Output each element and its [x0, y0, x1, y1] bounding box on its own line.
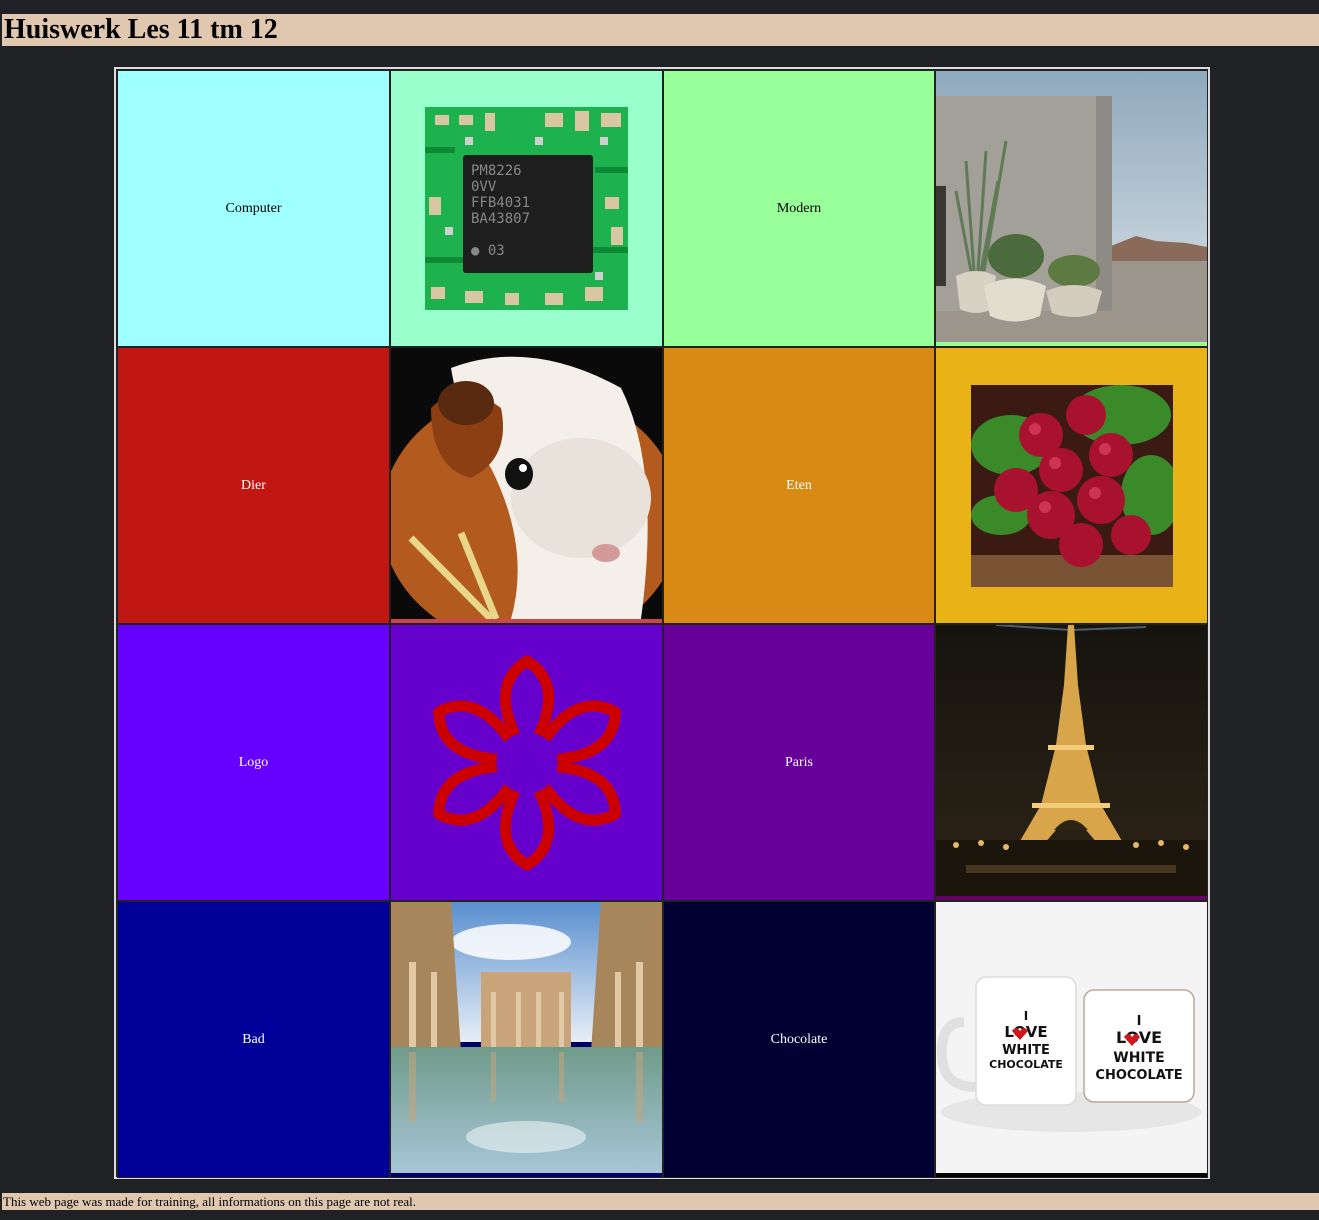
radishes-image — [970, 384, 1173, 587]
page-title: Huiswerk Les 11 tm 12 — [4, 14, 278, 45]
label-cell-computer: Computer — [117, 70, 390, 347]
circuit-chip-image: PM8226 0VV FFB4031 BA43807 ● 03 — [425, 107, 628, 310]
chip-text-line-1: PM8226 — [471, 163, 522, 179]
coaster-text-chocolate: CHOCOLATE — [1095, 1068, 1182, 1083]
page-footer: This web page was made for training, all… — [2, 1193, 1319, 1210]
eiffel-tower-night-image — [936, 625, 1207, 896]
roman-baths-image — [391, 902, 662, 1173]
mug-text-chocolate: CHOCOLATE — [989, 1058, 1063, 1071]
modern-building-plants-image — [936, 71, 1207, 342]
guinea-pig-image — [391, 348, 662, 619]
cell-label: Modern — [776, 200, 822, 216]
image-cell-modern — [935, 70, 1208, 347]
mug-text-i: I — [1024, 1009, 1028, 1023]
cell-label: Bad — [242, 1031, 265, 1047]
image-cell-eten — [935, 347, 1208, 624]
label-cell-modern: Modern — [663, 70, 935, 347]
cell-label: Paris — [785, 754, 813, 770]
image-cell-paris — [935, 624, 1208, 901]
image-cell-computer: PM8226 0VV FFB4031 BA43807 ● 03 — [390, 70, 663, 347]
flower-logo-image — [417, 655, 637, 878]
label-cell-eten: Eten — [663, 347, 935, 624]
chip-text-line-4: BA43807 — [471, 211, 530, 227]
label-cell-logo: Logo — [117, 624, 390, 901]
page-header: Huiswerk Les 11 tm 12 — [2, 14, 1319, 46]
chip-text-line-3: FFB4031 — [471, 195, 530, 211]
chip-text-line-2: 0VV — [471, 179, 497, 195]
image-cell-logo — [390, 624, 663, 901]
content-table: Computer PM8226 0VV FFB4031 BA43807 ● 03… — [114, 67, 1210, 1179]
label-cell-bad: Bad — [117, 901, 390, 1178]
image-cell-chocolate: I LOVE WHITE CHOCOLATE I LOVE WHITE CHOC… — [935, 901, 1208, 1178]
cell-label: Dier — [241, 477, 266, 493]
mug-text-white: WHITE — [1002, 1043, 1050, 1058]
coaster-text-i: I — [1137, 1014, 1142, 1029]
white-chocolate-mugs-image: I LOVE WHITE CHOCOLATE I LOVE WHITE CHOC… — [936, 902, 1207, 1173]
cell-label: Chocolate — [770, 1031, 828, 1047]
footer-text: This web page was made for training, all… — [3, 1194, 416, 1209]
chip-text-line-5: ● 03 — [471, 243, 505, 259]
image-cell-bad — [390, 901, 663, 1178]
cell-label: Computer — [225, 200, 282, 216]
coaster-text-white: WHITE — [1113, 1050, 1164, 1066]
label-cell-paris: Paris — [663, 624, 935, 901]
image-cell-dier — [390, 347, 663, 624]
label-cell-chocolate: Chocolate — [663, 901, 935, 1178]
cell-label: Eten — [786, 477, 812, 493]
cell-label: Logo — [238, 754, 269, 770]
label-cell-dier: Dier — [117, 347, 390, 624]
